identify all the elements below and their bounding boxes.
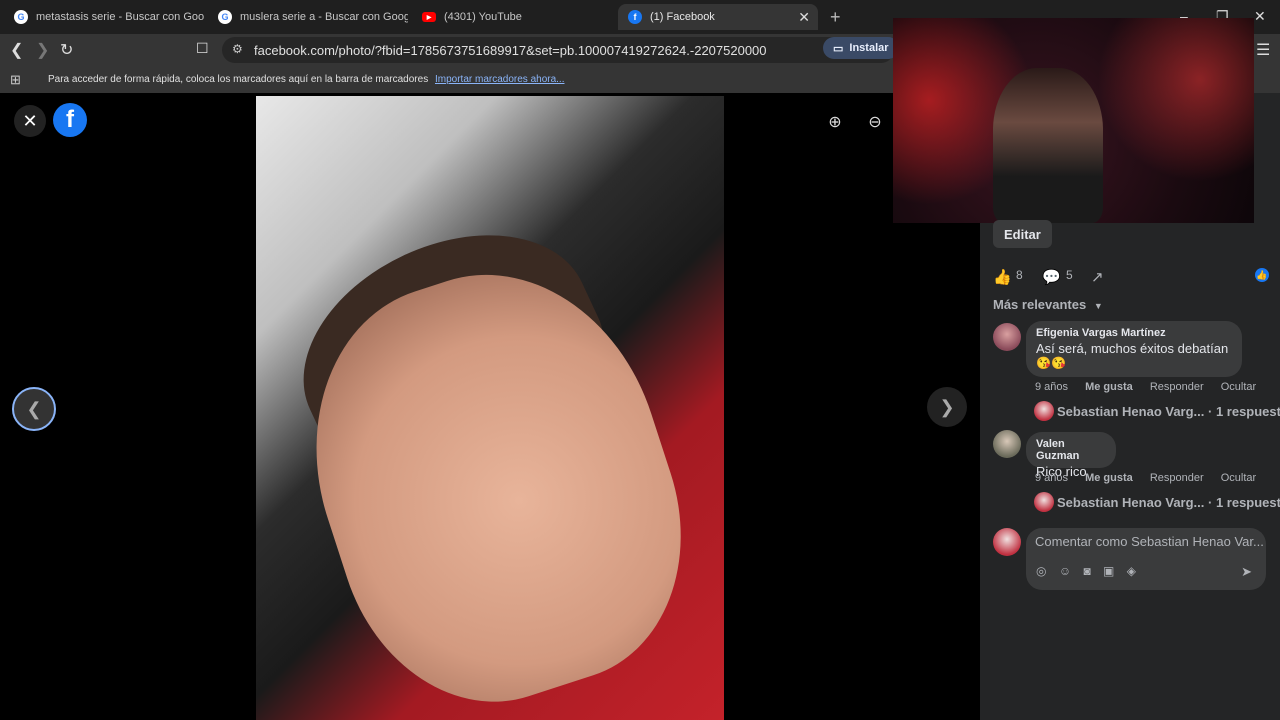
webcam-overlay <box>893 18 1254 223</box>
install-label: Instalar <box>849 42 889 54</box>
sort-dropdown[interactable]: Más relevantes ▼ <box>993 297 1103 312</box>
avatar[interactable] <box>993 528 1021 556</box>
close-icon[interactable]: ✕ <box>14 105 46 137</box>
google-icon: G <box>218 10 232 24</box>
tab-title: metastasis serie - Buscar con Google <box>36 11 204 23</box>
comment-meta: 9 años Me gusta Responder Ocultar <box>1035 381 1256 393</box>
browser-tab[interactable]: ▶ (4301) YouTube <box>412 4 612 30</box>
tab-title: (1) Facebook <box>650 11 715 23</box>
view-replies-link[interactable]: Sebastian Henao Varg... · 1 respuesta <box>1057 404 1280 419</box>
youtube-icon: ▶ <box>422 12 436 22</box>
bookmark-icon[interactable]: ☐ <box>196 40 209 57</box>
send-icon[interactable]: ➤ <box>1241 564 1252 580</box>
comment-icon[interactable]: 💬 <box>1042 268 1061 286</box>
comment-author[interactable]: Valen Guzman <box>1036 438 1106 462</box>
comment-input-placeholder: Comentar como Sebastian Henao Var... <box>1035 534 1264 549</box>
view-replies-link[interactable]: Sebastian Henao Varg... · 1 respuesta <box>1057 495 1280 510</box>
install-icon: ▭ <box>833 42 844 55</box>
emoji-icon[interactable]: ☺ <box>1059 564 1071 578</box>
avatar <box>1034 492 1054 512</box>
comment-author[interactable]: Efigenia Vargas Martínez <box>1036 327 1232 339</box>
like-icon[interactable]: 👍 <box>993 268 1012 286</box>
sticker-icon[interactable]: ◈ <box>1127 564 1136 578</box>
photo-viewer: ✕ f ⊕ ⊖ ❮ ❯ <box>0 93 980 720</box>
browser-tab[interactable]: G metastasis serie - Buscar con Google <box>4 4 204 30</box>
like-reaction-icon: 👍 <box>1255 268 1269 282</box>
comment-age[interactable]: 9 años <box>1035 472 1068 484</box>
reply-button[interactable]: Responder <box>1150 472 1204 484</box>
bookmarks-message-text: Para acceder de forma rápida, coloca los… <box>48 74 429 85</box>
bookmarks-message: Para acceder de forma rápida, coloca los… <box>48 74 564 85</box>
google-icon: G <box>14 10 28 24</box>
reactions-row: 👍 8 💬 5 ↗ 👍 <box>993 266 1273 286</box>
tab-title: muslera serie a - Buscar con Google <box>240 11 408 23</box>
camera-icon[interactable]: ◙ <box>1083 564 1090 578</box>
url-text: facebook.com/photo/?fbid=178567375168991… <box>254 42 767 58</box>
like-comment-button[interactable]: Me gusta <box>1085 381 1133 393</box>
avatar[interactable] <box>993 430 1021 458</box>
caret-down-icon: ▼ <box>1093 301 1103 311</box>
gif-icon[interactable]: ▣ <box>1103 564 1114 578</box>
avatar-sticker-icon[interactable]: ◎ <box>1036 564 1046 578</box>
zoom-out-icon[interactable]: ⊖ <box>863 110 887 134</box>
menu-icon[interactable]: ☰ <box>1256 40 1270 60</box>
reload-icon[interactable]: ↻ <box>60 40 73 60</box>
back-icon[interactable]: ❮ <box>10 40 23 60</box>
photo <box>256 96 724 720</box>
webcam-person <box>993 68 1103 223</box>
browser-tab[interactable]: G muslera serie a - Buscar con Google <box>208 4 408 30</box>
forward-icon[interactable]: ❯ <box>36 40 49 60</box>
like-comment-button[interactable]: Me gusta <box>1085 472 1133 484</box>
address-bar[interactable]: ⚙ facebook.com/photo/?fbid=1785673751689… <box>222 37 894 63</box>
hide-button[interactable]: Ocultar <box>1221 472 1256 484</box>
facebook-logo[interactable]: f <box>53 103 87 137</box>
comment-text: Así será, muchos éxitos debatían <box>1036 341 1229 356</box>
hide-button[interactable]: Ocultar <box>1221 381 1256 393</box>
comment-emoji: 😘😘 <box>1036 356 1066 370</box>
avatar[interactable] <box>993 323 1021 351</box>
close-tab-icon[interactable]: ✕ <box>798 9 810 26</box>
like-count: 8 <box>1016 268 1023 282</box>
edit-button[interactable]: Editar <box>993 220 1052 248</box>
chevron-left-icon[interactable]: ❮ <box>12 387 56 431</box>
reply-button[interactable]: Responder <box>1150 381 1204 393</box>
comment-composer[interactable]: Comentar como Sebastian Henao Var... ◎ ☺… <box>1026 528 1266 590</box>
site-info-icon[interactable]: ⚙ <box>232 42 243 56</box>
comment-bubble: Efigenia Vargas Martínez Así será, mucho… <box>1026 321 1242 377</box>
facebook-icon: f <box>628 10 642 24</box>
zoom-in-icon[interactable]: ⊕ <box>823 110 847 134</box>
tab-title: (4301) YouTube <box>444 11 522 23</box>
chevron-right-icon[interactable]: ❯ <box>927 387 967 427</box>
edit-label: Editar <box>1004 226 1041 242</box>
sort-label: Más relevantes <box>993 297 1087 312</box>
composer-tools: ◎ ☺ ◙ ▣ ◈ <box>1036 564 1145 578</box>
comment-count: 5 <box>1066 268 1073 282</box>
apps-icon[interactable]: ⊞ <box>10 72 21 88</box>
browser-tab-active[interactable]: f (1) Facebook ✕ <box>618 4 818 30</box>
comment-meta: 9 años Me gusta Responder Ocultar <box>1035 472 1256 484</box>
comment-bubble: Valen Guzman Rico rico <box>1026 432 1116 479</box>
close-window-icon[interactable]: ✕ <box>1254 8 1266 25</box>
install-button[interactable]: ▭ Instalar <box>823 37 899 59</box>
import-bookmarks-link[interactable]: Importar marcadores ahora... <box>435 74 565 85</box>
share-icon[interactable]: ↗ <box>1091 268 1104 286</box>
comment-age[interactable]: 9 años <box>1035 381 1068 393</box>
avatar <box>1034 401 1054 421</box>
new-tab-icon[interactable]: + <box>830 7 841 28</box>
